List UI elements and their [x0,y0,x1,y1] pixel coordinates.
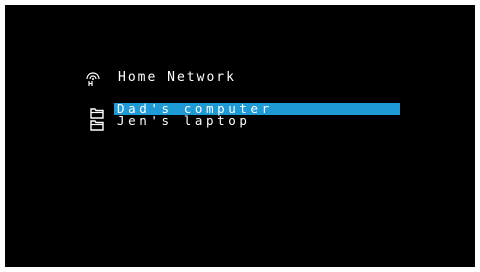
share-list: Dad's computer Jen's laptop [90,102,400,131]
screen: Home Network Dad's computer Jen's laptop [5,5,475,267]
network-share-icon [85,70,101,86]
folder-icon [90,104,104,119]
page-title: Home Network [118,70,236,85]
list-item-label: Jen's laptop [117,113,251,128]
header: Home Network [85,68,236,88]
list-item-jens-laptop[interactable]: Jen's laptop [90,113,400,131]
folder-icon [90,116,104,131]
